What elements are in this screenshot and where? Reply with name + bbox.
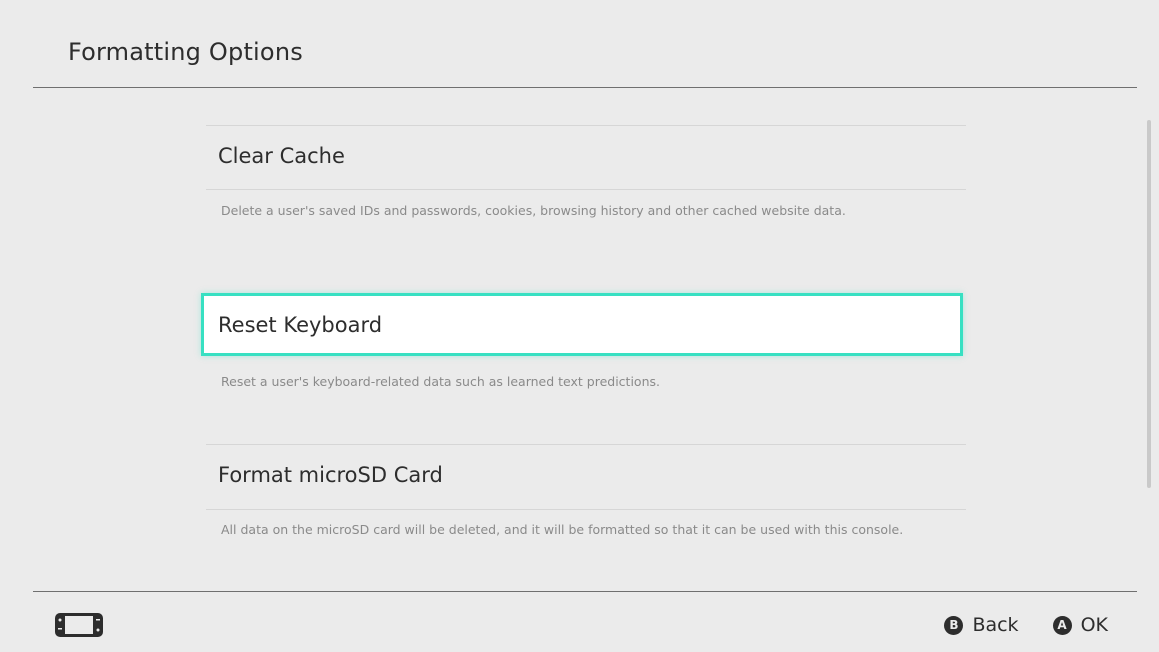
b-button-icon: B (944, 615, 964, 635)
back-label: Back (972, 614, 1019, 636)
option-divider (206, 509, 966, 510)
option-label: Format microSD Card (218, 463, 443, 487)
option-divider (206, 125, 966, 126)
a-button-icon: A (1052, 615, 1072, 635)
ok-label: OK (1080, 614, 1108, 636)
ok-button[interactable]: A OK (1052, 614, 1108, 636)
option-divider (206, 189, 966, 190)
footer-actions: B Back A OK (944, 611, 1108, 639)
header-divider (33, 87, 1137, 88)
option-description: All data on the microSD card will be del… (221, 522, 904, 537)
scrollbar-thumb[interactable] (1147, 120, 1151, 488)
option-label: Clear Cache (218, 144, 345, 168)
formatting-options-screen: Formatting Options Clear Cache Delete a … (0, 0, 1159, 652)
option-description: Delete a user's saved IDs and passwords,… (221, 203, 846, 218)
option-label: Reset Keyboard (218, 313, 383, 337)
handheld-console-icon (54, 612, 104, 638)
footer-divider (33, 591, 1137, 592)
back-button[interactable]: B Back (944, 614, 1019, 636)
option-divider (206, 444, 966, 445)
page-title: Formatting Options (68, 38, 303, 66)
option-description: Reset a user's keyboard-related data suc… (221, 374, 660, 389)
